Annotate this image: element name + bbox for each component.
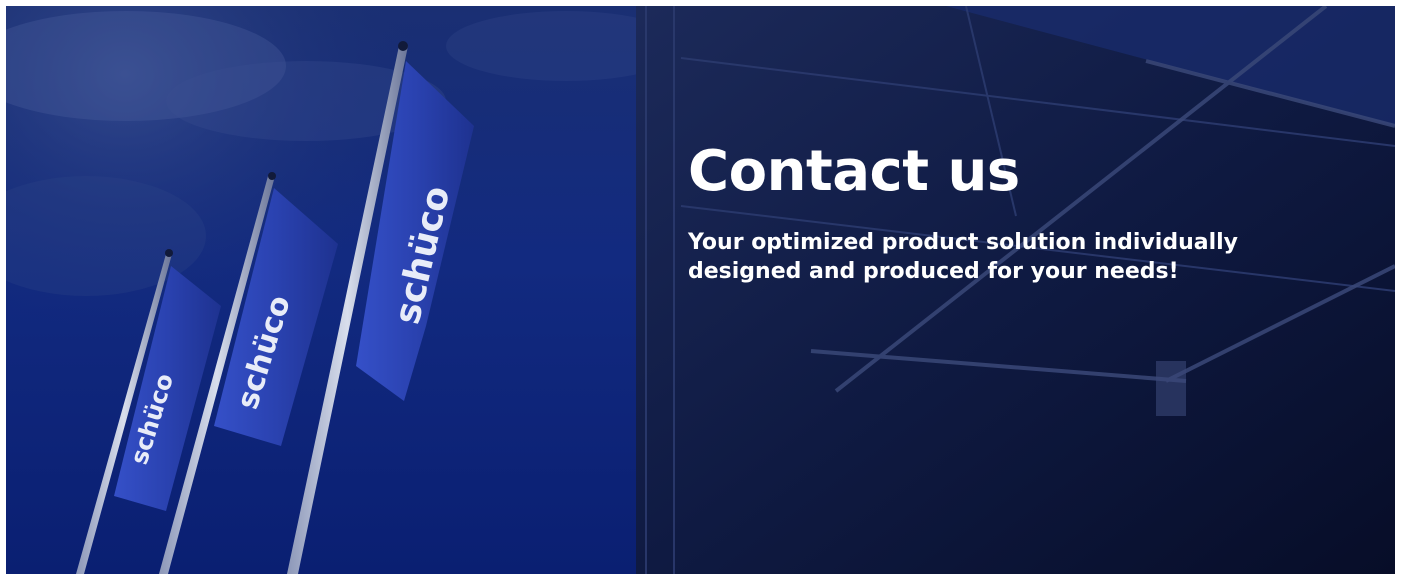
- page-subtitle: Your optimized product solution individu…: [688, 230, 1239, 284]
- canopy-bracket: [1156, 361, 1186, 416]
- contact-hero-banner: schüco schüco schüco Contact us Your opt…: [6, 6, 1395, 574]
- hero-copy: Contact us Your optimized product soluti…: [688, 134, 1328, 286]
- hero-background-image: schüco schüco schüco: [6, 6, 1395, 574]
- page-title: Contact us: [688, 139, 1020, 204]
